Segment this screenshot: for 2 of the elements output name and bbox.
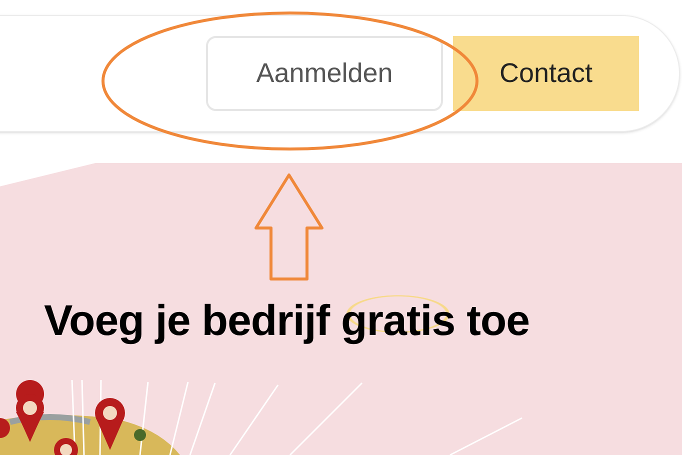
login-button[interactable]: Aanmelden [206, 36, 443, 111]
contact-button[interactable]: Contact [453, 36, 639, 111]
